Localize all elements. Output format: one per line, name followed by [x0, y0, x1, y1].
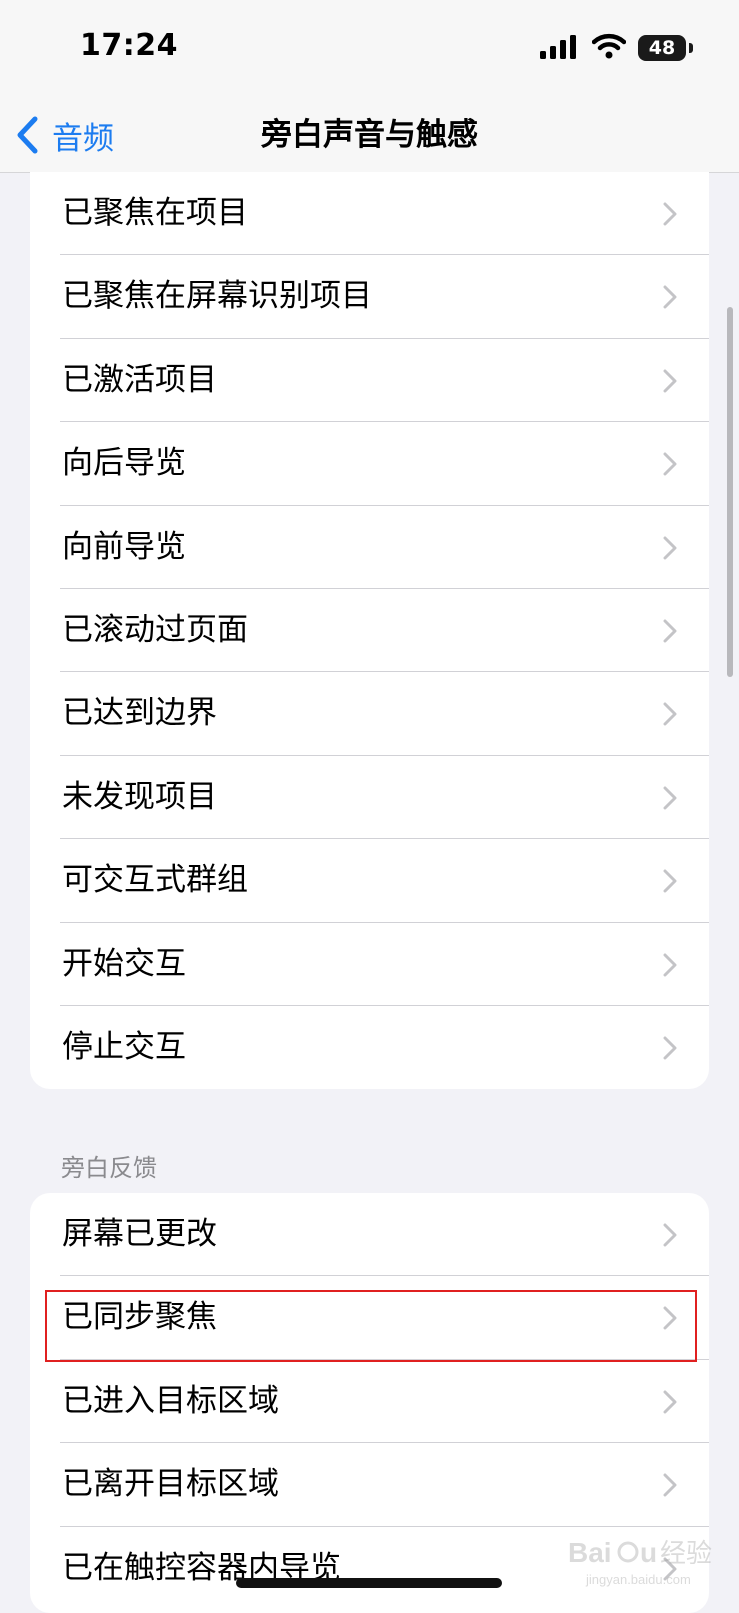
wifi-icon: [592, 33, 626, 59]
list-item-sync-focus[interactable]: 已同步聚焦: [30, 1276, 709, 1360]
status-time: 17:24: [80, 28, 178, 63]
list-item-label: 停止交互: [62, 1028, 186, 1065]
list-item[interactable]: 已达到边界: [30, 672, 709, 756]
list-item-label: 已离开目标区域: [62, 1466, 279, 1503]
chevron-right-icon: [663, 1473, 677, 1497]
chevron-left-icon: [17, 116, 38, 154]
list-item[interactable]: 已激活项目: [30, 339, 709, 423]
list-item-label: 可交互式群组: [62, 862, 248, 899]
list-item-label: 已进入目标区域: [62, 1382, 279, 1419]
list-item-label: 已同步聚焦: [62, 1299, 217, 1336]
list-item-label: 屏幕已更改: [62, 1216, 217, 1252]
battery-icon: 48: [638, 35, 686, 61]
home-indicator[interactable]: [236, 1578, 502, 1588]
svg-text:Bai: Bai: [568, 1537, 612, 1568]
list-item-label: 已达到边界: [62, 695, 217, 732]
page-title: 旁白声音与触感: [261, 117, 478, 153]
chevron-right-icon: [663, 1390, 677, 1414]
battery-level: 48: [648, 37, 676, 59]
chevron-right-icon: [663, 702, 677, 726]
list-item[interactable]: 屏幕已更改: [30, 1193, 709, 1277]
chevron-right-icon: [663, 1306, 677, 1330]
chevron-right-icon: [663, 953, 677, 977]
chevron-right-icon: [663, 285, 677, 309]
battery-nub: [689, 43, 693, 53]
list-item-label: 已聚焦在项目: [62, 195, 248, 231]
list-item-label: 已激活项目: [62, 361, 217, 398]
chevron-right-icon: [663, 619, 677, 643]
chevron-right-icon: [663, 369, 677, 393]
chevron-right-icon: [663, 869, 677, 893]
section-header-voiceover-feedback: 旁白反馈: [61, 1154, 157, 1182]
list-item[interactable]: 已滚动过页面: [30, 589, 709, 673]
list-item[interactable]: 开始交互: [30, 923, 709, 1006]
list-item-label: 已在触控容器内导览: [62, 1549, 341, 1586]
chevron-right-icon: [663, 202, 677, 226]
chevron-right-icon: [663, 1036, 677, 1060]
chevron-right-icon: [663, 536, 677, 560]
list-item-label: 向前导览: [62, 528, 186, 565]
list-item[interactable]: 停止交互: [30, 1006, 709, 1089]
list-item[interactable]: 可交互式群组: [30, 839, 709, 923]
chevron-right-icon: [663, 452, 677, 476]
sound-list-group: 已聚焦在项目 已聚焦在屏幕识别项目 已激活项目 向后导览 向前导览 已滚动过页面…: [30, 172, 709, 1089]
svg-text:u: u: [640, 1537, 657, 1568]
list-item-label: 开始交互: [62, 945, 186, 982]
list-item[interactable]: 已聚焦在屏幕识别项目: [30, 255, 709, 339]
list-item-label: 已滚动过页面: [62, 611, 248, 648]
back-button[interactable]: 音频: [14, 110, 154, 160]
list-item[interactable]: 向前导览: [30, 506, 709, 589]
navigation-bar: 音频 旁白声音与触感: [0, 100, 739, 173]
list-item[interactable]: 未发现项目: [30, 756, 709, 840]
svg-text:经验: 经验: [660, 1539, 712, 1569]
list-item-label: 已聚焦在屏幕识别项目: [62, 278, 372, 315]
svg-text:jingyan.baidu.com: jingyan.baidu.com: [585, 1572, 691, 1587]
list-item[interactable]: 已进入目标区域: [30, 1360, 709, 1444]
list-item[interactable]: 已聚焦在项目: [30, 172, 709, 256]
chevron-right-icon: [663, 786, 677, 810]
chevron-right-icon: [663, 1223, 677, 1247]
list-item-label: 向后导览: [62, 445, 186, 482]
status-bar: 17:24 48: [0, 0, 739, 100]
signal-icon: [540, 35, 576, 59]
list-item-label: 未发现项目: [62, 778, 217, 815]
list-item[interactable]: 向后导览: [30, 422, 709, 506]
scroll-indicator: [727, 307, 733, 677]
list-item[interactable]: 已离开目标区域: [30, 1443, 709, 1527]
baidu-watermark-logo: Bai u 经验 jingyan.baidu.com: [568, 1537, 712, 1587]
back-label: 音频: [52, 120, 114, 157]
